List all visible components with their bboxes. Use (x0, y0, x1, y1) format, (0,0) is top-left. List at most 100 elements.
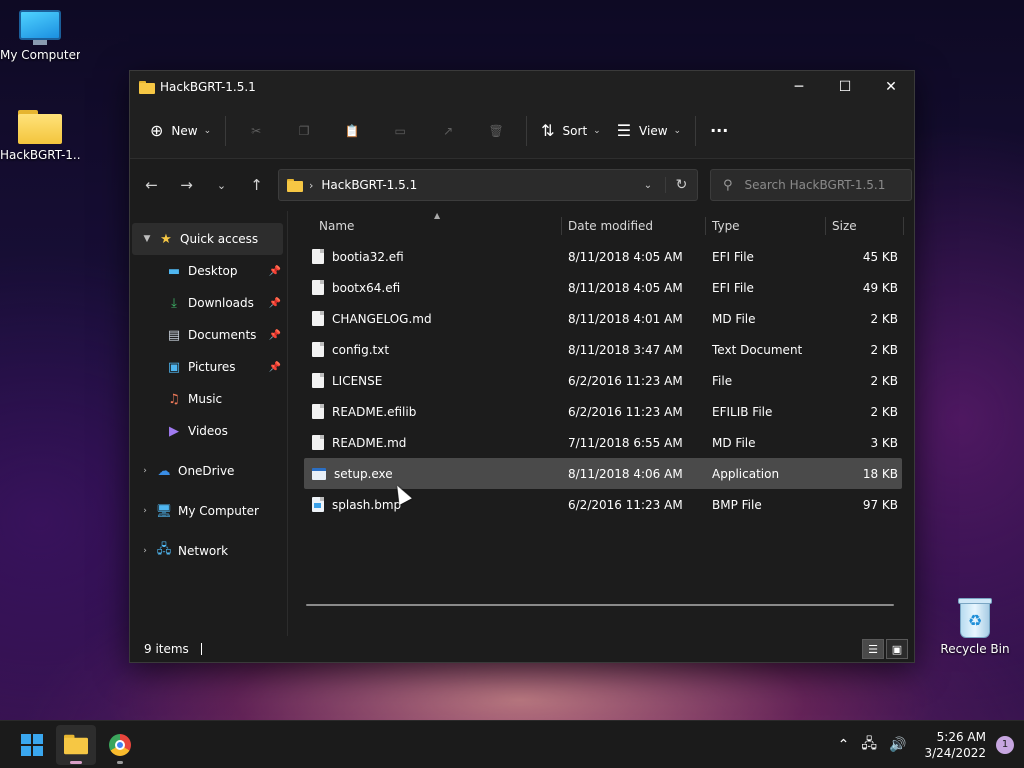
view-button[interactable]: ☰ View ⌄ (609, 115, 689, 147)
file-type: EFI File (712, 249, 754, 264)
more-icon: ··· (710, 121, 729, 140)
search-icon: ⚲ (723, 177, 733, 193)
nav-label: Desktop (188, 264, 238, 278)
chevron-down-icon[interactable]: ▼ (136, 234, 158, 244)
folder-icon (139, 80, 155, 94)
taskbar-chrome[interactable] (100, 725, 140, 765)
title-bar[interactable]: HackBGRT-1.5.1 ─ ☐ ✕ (130, 71, 914, 103)
address-dropdown-button[interactable]: ⌄ (631, 180, 665, 191)
volume-icon[interactable]: 🔊 (889, 737, 906, 753)
chevron-right-icon[interactable]: › (134, 506, 156, 516)
up-button[interactable]: ↑ (239, 176, 274, 194)
chevron-down-icon: ⌄ (593, 125, 601, 136)
minimize-button[interactable]: ─ (776, 71, 822, 103)
status-bar: 9 items ☰ ▣ (130, 636, 914, 662)
desktop-icon-recycle-bin[interactable]: ♻ Recycle Bin (935, 598, 1015, 656)
pin-icon: 📌 (268, 265, 281, 277)
search-input[interactable] (744, 178, 895, 192)
desktop-icon-label: Recycle Bin (940, 642, 1010, 656)
column-header-size[interactable]: Size (826, 211, 904, 241)
file-date: 8/11/2018 4:01 AM (568, 311, 683, 326)
maximize-button[interactable]: ☐ (822, 71, 868, 103)
file-row-selected[interactable]: setup.exe 8/11/2018 4:06 AM Application … (304, 458, 902, 489)
column-header-date[interactable]: Date modified (562, 211, 706, 241)
file-row[interactable]: LICENSE 6/2/2016 11:23 AM File 2 KB (304, 365, 902, 396)
share-icon: ↗ (443, 123, 454, 138)
file-date: 7/11/2018 6:55 AM (568, 435, 683, 450)
desktop-icon-my-computer[interactable]: My Computer (0, 10, 80, 62)
nav-downloads[interactable]: ⤓ Downloads 📌 (130, 287, 287, 319)
file-date: 8/11/2018 4:06 AM (568, 466, 683, 481)
nav-videos[interactable]: ▶ Videos (130, 415, 287, 447)
nav-label: My Computer (178, 504, 259, 518)
back-button[interactable]: ← (134, 176, 169, 194)
tiles-view-button[interactable]: ▣ (886, 639, 908, 659)
file-icon (312, 311, 324, 326)
chevron-up-icon[interactable]: ⌃ (838, 737, 850, 753)
horizontal-scrollbar[interactable] (306, 604, 894, 606)
folder-icon (287, 178, 303, 192)
taskbar-file-explorer[interactable] (56, 724, 96, 765)
nav-pictures[interactable]: ▣ Pictures 📌 (130, 351, 287, 383)
chevron-right-icon[interactable]: › (134, 466, 156, 476)
recycle-bin-icon: ♻ (958, 598, 992, 638)
address-path[interactable]: HackBGRT-1.5.1 (321, 178, 417, 192)
file-name: bootx64.efi (332, 280, 401, 295)
file-type: EFI File (712, 280, 754, 295)
delete-button[interactable]: 🗑 (472, 115, 520, 147)
forward-button[interactable]: → (169, 176, 204, 194)
details-view-button[interactable]: ☰ (862, 639, 884, 659)
desktop-icon-hackbgrt-folder[interactable]: HackBGRT-1... (0, 110, 80, 162)
share-button[interactable]: ↗ (424, 115, 472, 147)
file-explorer-window: HackBGRT-1.5.1 ─ ☐ ✕ ⊕ New ⌄ ✂ ❐ 📋 ▭ ↗ 🗑… (129, 70, 915, 663)
notification-badge[interactable]: 1 (996, 735, 1014, 754)
more-options-button[interactable]: ··· (702, 115, 736, 147)
cut-button[interactable]: ✂ (232, 115, 280, 147)
close-button[interactable]: ✕ (868, 71, 914, 103)
sort-button[interactable]: ⇅ Sort ⌄ (533, 115, 609, 147)
plus-circle-icon: ⊕ (150, 121, 164, 140)
new-button[interactable]: ⊕ New ⌄ (142, 115, 219, 147)
refresh-button[interactable]: ↻ (665, 177, 697, 193)
computer-icon (19, 10, 61, 45)
file-row[interactable]: bootia32.efi 8/11/2018 4:05 AM EFI File … (304, 241, 902, 272)
clock[interactable]: 5:26 AM 3/24/2022 (924, 729, 986, 761)
column-header-name[interactable]: Name ▲ (304, 211, 562, 241)
network-icon: 🖧 (156, 542, 172, 557)
rename-button[interactable]: ▭ (376, 115, 424, 147)
file-row[interactable]: CHANGELOG.md 8/11/2018 4:01 AM MD File 2… (304, 303, 902, 334)
nav-music[interactable]: ♫ Music (130, 383, 287, 415)
column-label: Date modified (568, 219, 654, 233)
nav-onedrive[interactable]: › ☁ OneDrive (130, 455, 287, 487)
file-name: LICENSE (332, 373, 383, 388)
column-header-type[interactable]: Type (706, 211, 826, 241)
nav-desktop[interactable]: ▬ Desktop 📌 (130, 255, 287, 287)
recent-locations-button[interactable]: ⌄ (204, 179, 239, 192)
folder-icon (18, 110, 62, 144)
search-box[interactable]: ⚲ (710, 169, 912, 201)
address-bar[interactable]: › HackBGRT-1.5.1 ⌄ ↻ (278, 169, 698, 201)
network-status-icon[interactable]: 🖧 (861, 733, 877, 757)
file-row[interactable]: README.efilib 6/2/2016 11:23 AM EFILIB F… (304, 396, 902, 427)
file-date: 8/11/2018 4:05 AM (568, 280, 683, 295)
file-row[interactable]: config.txt 8/11/2018 3:47 AM Text Docume… (304, 334, 902, 365)
status-divider (200, 643, 202, 655)
details-view-icon: ☰ (868, 642, 878, 656)
nav-network[interactable]: › 🖧 Network (130, 535, 287, 567)
nav-label: Quick access (180, 232, 259, 246)
star-icon: ★ (160, 231, 172, 247)
nav-quick-access[interactable]: ▼ ★ Quick access (132, 223, 283, 255)
file-icon (312, 249, 324, 264)
file-row[interactable]: README.md 7/11/2018 6:55 AM MD File 3 KB (304, 427, 902, 458)
chrome-icon (109, 733, 131, 756)
nav-documents[interactable]: ▤ Documents 📌 (130, 319, 287, 351)
file-date: 6/2/2016 11:23 AM (568, 373, 683, 388)
clock-date: 3/24/2022 (924, 745, 986, 760)
chevron-right-icon[interactable]: › (134, 546, 156, 556)
nav-my-computer[interactable]: › 🖥 My Computer (130, 495, 287, 527)
paste-button[interactable]: 📋 (328, 115, 376, 147)
file-row[interactable]: bootx64.efi 8/11/2018 4:05 AM EFI File 4… (304, 272, 902, 303)
start-button[interactable] (12, 725, 52, 765)
file-date: 8/11/2018 3:47 AM (568, 342, 683, 357)
copy-button[interactable]: ❐ (280, 115, 328, 147)
